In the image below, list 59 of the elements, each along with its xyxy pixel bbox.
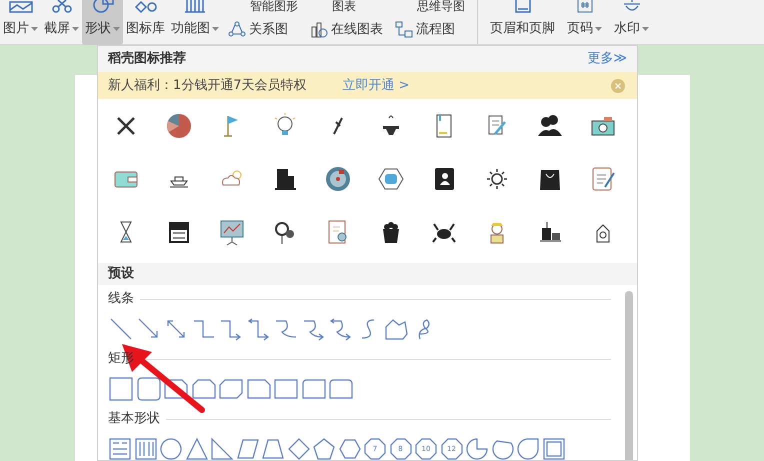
more-link[interactable]: 更多≫ <box>587 49 627 69</box>
scrollbar-thumb[interactable] <box>625 291 633 460</box>
ribbon-button[interactable]: 形状 <box>82 0 123 45</box>
caret-icon <box>212 26 219 30</box>
section-title: 基本形状 <box>108 410 160 428</box>
ribbon-small-button[interactable]: 思维导图 <box>395 0 465 12</box>
ribbon-button[interactable]: 图标库 <box>123 0 168 45</box>
vertical-text-box-shape[interactable] <box>134 437 158 461</box>
pie-shape[interactable] <box>465 437 489 461</box>
ribbon-small-button[interactable]: 在线图表 <box>310 21 383 38</box>
text-box-shape[interactable] <box>108 437 132 461</box>
preset-title: 预设 <box>108 265 134 284</box>
button-label: 形状 <box>85 22 111 35</box>
ribbon-button[interactable]: 功能图 <box>168 0 222 45</box>
caret-icon <box>31 26 38 30</box>
caret-icon <box>113 26 120 30</box>
ribbon-button[interactable]: 水印 <box>608 0 655 45</box>
ribbon-button[interactable]: 页眉和页脚 <box>484 0 561 45</box>
elbow-double-arrow-icon[interactable] <box>246 316 272 342</box>
ribbon-small-button[interactable]: 关系图 <box>228 21 298 38</box>
triangle-shape[interactable] <box>184 437 208 461</box>
line-icon[interactable] <box>108 316 134 342</box>
ribbon-button[interactable]: 页码 <box>561 0 608 45</box>
picture-icon <box>6 0 34 14</box>
hexagon-shape[interactable] <box>338 437 362 461</box>
ribbon-small-button[interactable]: 图表 <box>310 0 383 12</box>
button-label: 图片 <box>3 22 29 35</box>
ellipse-shape[interactable] <box>159 437 183 461</box>
parallelogram-shape[interactable] <box>236 437 260 461</box>
button-label: 截屏 <box>44 22 70 35</box>
button-label: 页眉和页脚 <box>490 22 555 35</box>
relationship-diagram-icon <box>228 21 246 38</box>
section-title: 线条 <box>108 290 134 308</box>
presentation-board-icon[interactable] <box>218 218 246 246</box>
caret-icon <box>642 26 649 30</box>
target-icon[interactable] <box>324 164 352 192</box>
rectangle-icon[interactable] <box>108 376 134 402</box>
rounded-rectangle-icon[interactable] <box>136 376 162 402</box>
pie-chart-icon[interactable] <box>164 112 192 140</box>
trapezoid-shape[interactable] <box>261 437 285 461</box>
ribbon-button[interactable]: 截屏 <box>41 0 82 45</box>
diamond-shape[interactable] <box>286 437 310 461</box>
caret-icon <box>72 26 79 30</box>
teardrop-shape[interactable] <box>516 437 540 461</box>
ribbon-small-button[interactable]: 流程图 <box>395 21 465 38</box>
pentagon-shape[interactable] <box>312 437 336 461</box>
online-chart-icon <box>310 21 328 38</box>
flowchart-icon <box>395 21 413 38</box>
ribbon-button[interactable]: 图片 <box>0 0 41 45</box>
button-label: 水印 <box>614 22 640 35</box>
button-label: 功能图 <box>171 22 210 35</box>
right-triangle-shape[interactable] <box>210 437 234 461</box>
caret-icon <box>595 26 602 30</box>
button-label: 页码 <box>567 22 593 35</box>
button-label: 图标库 <box>126 22 165 35</box>
frame-shape[interactable] <box>542 437 566 461</box>
ribbon-small-button[interactable]: 智能图形 <box>228 0 298 12</box>
promo-text: 新人福利：1分钱开通7天会员特权 <box>108 76 307 95</box>
panel-title: 稻壳图标推荐 <box>108 50 186 68</box>
